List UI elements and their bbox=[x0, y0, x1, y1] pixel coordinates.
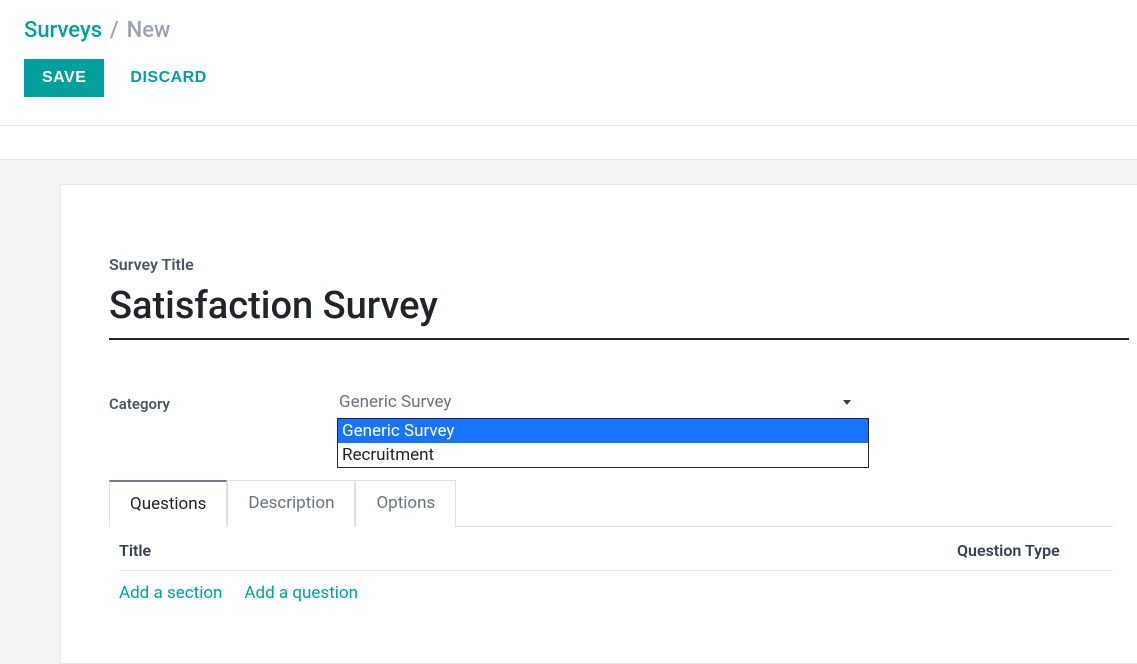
breadcrumb: Surveys / New bbox=[24, 18, 1113, 43]
tab-description[interactable]: Description bbox=[227, 480, 355, 527]
add-section-link[interactable]: Add a section bbox=[119, 583, 222, 603]
survey-title-field: Survey Title bbox=[109, 255, 1113, 340]
category-label: Category bbox=[109, 395, 339, 413]
add-question-link[interactable]: Add a question bbox=[244, 583, 358, 603]
category-select[interactable]: Generic Survey bbox=[339, 388, 855, 419]
questions-table: Title Question Type Add a section Add a … bbox=[109, 527, 1113, 603]
breadcrumb-current: New bbox=[127, 18, 171, 43]
tab-options[interactable]: Options bbox=[355, 480, 456, 527]
column-header-title: Title bbox=[119, 541, 957, 560]
table-header: Title Question Type bbox=[119, 541, 1113, 571]
tab-questions[interactable]: Questions bbox=[109, 480, 227, 527]
save-button[interactable]: SAVE bbox=[24, 59, 104, 97]
column-header-type: Question Type bbox=[957, 541, 1113, 560]
form-sheet: Survey Title Category Generic Survey Gen… bbox=[60, 184, 1137, 664]
breadcrumb-separator: / bbox=[110, 18, 119, 43]
survey-title-label: Survey Title bbox=[109, 255, 1113, 274]
caret-down-icon bbox=[843, 400, 851, 405]
page-header: Surveys / New SAVE DISCARD bbox=[0, 0, 1137, 125]
dropdown-option-recruitment[interactable]: Recruitment bbox=[338, 443, 868, 467]
category-select-wrap: Generic Survey Generic Survey Recruitmen… bbox=[339, 388, 855, 419]
table-footer: Add a section Add a question bbox=[119, 571, 1113, 603]
category-dropdown: Generic Survey Recruitment bbox=[337, 418, 869, 468]
breadcrumb-root-link[interactable]: Surveys bbox=[24, 18, 102, 43]
category-field: Category Generic Survey Generic Survey R… bbox=[109, 388, 1113, 419]
dropdown-option-generic[interactable]: Generic Survey bbox=[338, 419, 868, 443]
category-selected-value: Generic Survey bbox=[339, 392, 451, 412]
tabs: Questions Description Options bbox=[109, 479, 1113, 527]
form-sheet-bg: Survey Title Category Generic Survey Gen… bbox=[0, 160, 1137, 664]
discard-button[interactable]: DISCARD bbox=[124, 68, 212, 88]
status-bar-area bbox=[0, 126, 1137, 160]
action-buttons: SAVE DISCARD bbox=[24, 59, 1113, 97]
survey-title-input[interactable] bbox=[109, 280, 1129, 340]
